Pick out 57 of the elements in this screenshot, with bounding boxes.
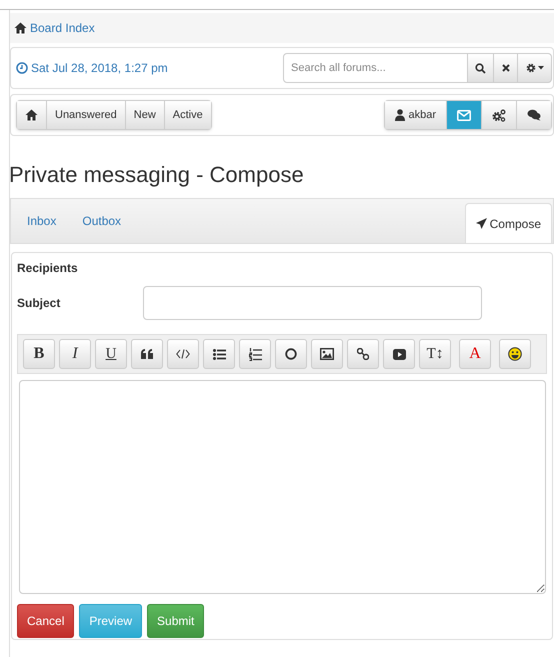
smiley-button[interactable] [499, 339, 531, 369]
link-icon [357, 348, 369, 360]
cancel-button[interactable]: Cancel [17, 604, 74, 638]
home-icon [25, 109, 38, 121]
recipients-label: Recipients [17, 261, 79, 276]
quote-icon [140, 349, 154, 359]
quote-button[interactable] [131, 339, 163, 369]
code-button[interactable] [167, 339, 199, 369]
tab[interactable]: Outbox [72, 201, 132, 241]
numbered-list-icon [248, 348, 262, 360]
font-color-button[interactable]: A [459, 339, 491, 369]
smiley-icon [508, 347, 522, 361]
list-button[interactable] [203, 339, 235, 369]
user-button[interactable]: akbar [385, 101, 446, 129]
video-button[interactable] [383, 339, 415, 369]
gears-icon [492, 108, 506, 122]
chat-icon [527, 109, 541, 121]
image-icon [320, 348, 334, 360]
list-icon [212, 348, 226, 360]
message-field[interactable] [19, 380, 546, 594]
nav-link-button[interactable]: Active [164, 101, 211, 129]
search-button[interactable] [468, 53, 494, 83]
font-size-button[interactable]: T↕ [419, 339, 451, 369]
subject-field[interactable] [143, 286, 482, 320]
image-button[interactable] [311, 339, 343, 369]
play-icon [392, 348, 406, 360]
date-time: Sat Jul 28, 2018, 1:27 pm [31, 60, 168, 77]
gear-icon [526, 63, 536, 73]
home-button[interactable] [17, 101, 46, 129]
tab[interactable]: Inbox [17, 201, 66, 241]
circle-button[interactable] [275, 339, 307, 369]
envelope-icon [457, 110, 471, 120]
settings-button[interactable] [481, 101, 516, 129]
tab[interactable]: Compose [464, 203, 552, 243]
link-button[interactable] [347, 339, 379, 369]
underline-button[interactable]: U [95, 339, 127, 369]
clock-icon [16, 62, 28, 74]
subject-label: Subject [17, 295, 62, 312]
search-options-button[interactable] [518, 53, 552, 83]
chat-button[interactable] [516, 101, 551, 129]
caret-icon [538, 66, 544, 70]
page-title: Private messaging - Compose [9, 161, 305, 189]
numbered-list-button[interactable] [239, 339, 271, 369]
nav-link-button[interactable]: New [124, 101, 164, 129]
user-icon [395, 109, 406, 121]
code-icon [176, 349, 190, 359]
board-index-link[interactable]: Board Index [30, 19, 95, 37]
circle-icon [285, 348, 297, 360]
bold-button[interactable]: B [23, 339, 55, 369]
search-field[interactable]: Search all forums... [283, 53, 468, 83]
italic-button[interactable]: I [59, 339, 91, 369]
nav-link-button[interactable]: Unanswered [46, 101, 125, 129]
clear-button[interactable] [494, 53, 518, 83]
search-icon [475, 62, 486, 74]
home-icon [14, 22, 27, 34]
paper-plane-icon [476, 218, 487, 229]
close-icon [502, 64, 510, 72]
